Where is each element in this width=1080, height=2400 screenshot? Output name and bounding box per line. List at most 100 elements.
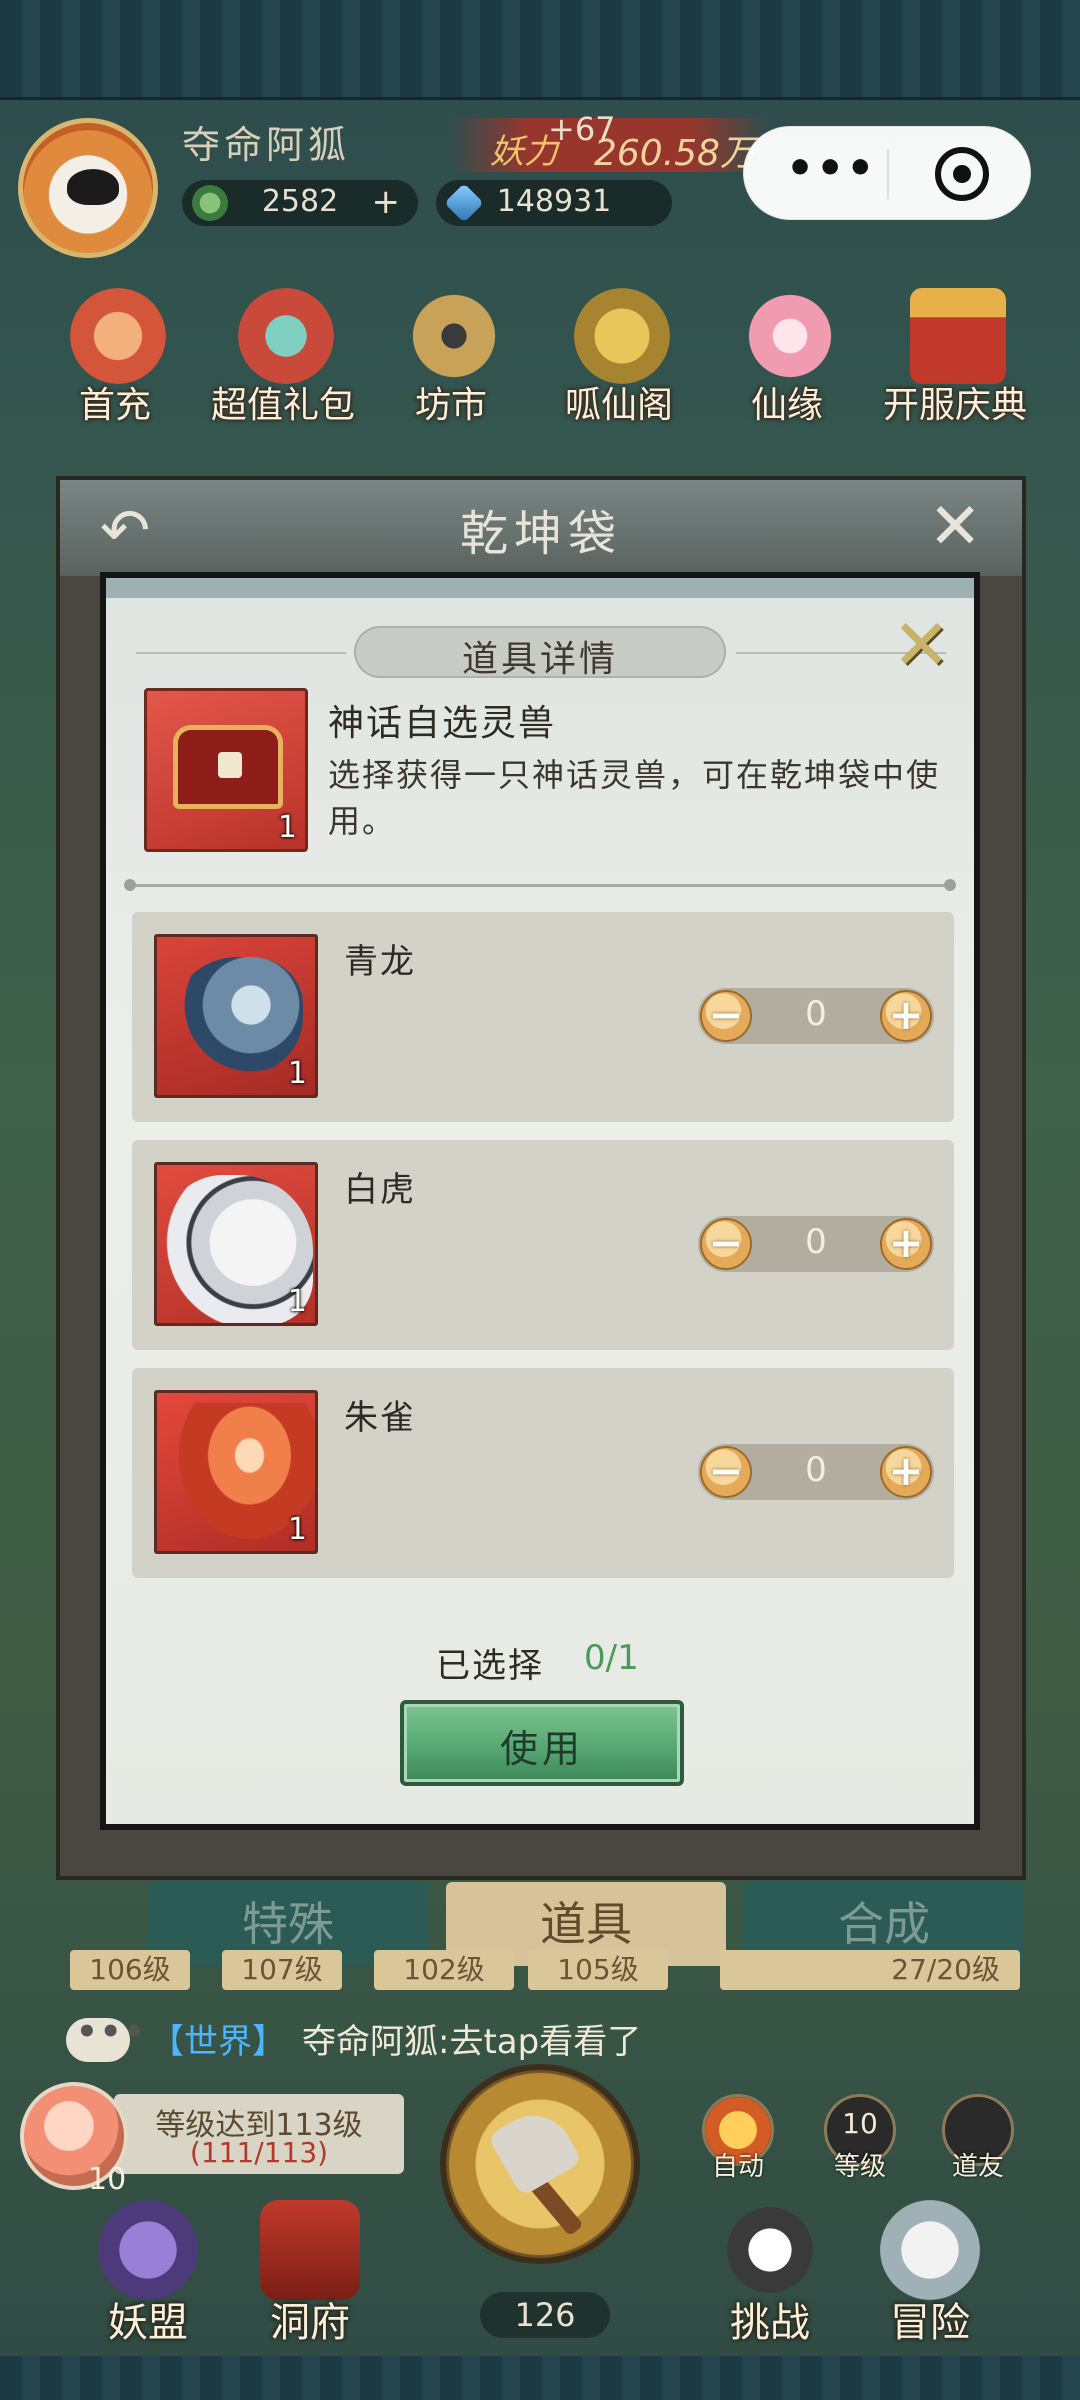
level-icon-value: 10 <box>842 2107 878 2140</box>
peach-count: 10 <box>88 2162 127 2197</box>
option-name: 白虎 <box>344 1170 416 1210</box>
menu-market[interactable]: 坊市 <box>376 288 526 428</box>
fox-emblem-icon <box>218 752 242 778</box>
nav-challenge[interactable]: 挑战 <box>690 2200 850 2350</box>
menu-first-charge[interactable]: 首充 <box>40 288 190 428</box>
menu-label: 超值礼包 <box>210 385 355 426</box>
azure-dragon-icon: 1 <box>154 934 318 1098</box>
player-name: 夺命阿狐 <box>182 123 351 167</box>
divider-dot <box>124 879 136 891</box>
menu-label: 仙缘 <box>750 385 823 426</box>
quantity-stepper: − 0 + <box>698 988 934 1044</box>
fox-face-icon <box>67 169 119 205</box>
vermilion-bird-icon: 1 <box>154 1390 318 1554</box>
bag-close-icon[interactable]: ✕ <box>928 490 982 564</box>
adventure-icon <box>880 2200 980 2300</box>
option-row-qinglong: 1 青龙 − 0 + <box>132 912 954 1122</box>
alliance-icon <box>98 2200 198 2300</box>
quantity-value: 0 <box>805 1222 827 1262</box>
option-count: 1 <box>287 1512 307 1547</box>
top-decor-strip <box>0 0 1080 100</box>
quantity-stepper: − 0 + <box>698 1444 934 1500</box>
axe-button[interactable] <box>440 2064 640 2264</box>
nav-adventure[interactable]: 冒险 <box>850 2200 1010 2350</box>
option-name: 朱雀 <box>344 1398 416 1438</box>
friends-label: 道友 <box>951 2152 1004 2182</box>
capsule-divider <box>887 149 889 199</box>
item-name: 神话自选灵兽 <box>328 703 557 744</box>
power-value: 260.58万 <box>594 133 756 174</box>
menu-frog-pavilion[interactable]: 呱仙阁 <box>544 288 694 428</box>
item-detail-dialog: 道具详情 ✕ 1 神话自选灵兽 选择获得一只神话灵兽，可在乾坤袋中使用。 1 青… <box>100 572 980 1830</box>
target-dot <box>953 165 971 183</box>
dragon-figure <box>173 957 303 1077</box>
power-gain: +67 <box>548 110 616 148</box>
energy-count: 126 <box>480 2292 610 2338</box>
menu-label: 呱仙阁 <box>564 385 673 426</box>
item-description: 选择获得一只神话灵兽，可在乾坤袋中使用。 <box>328 756 941 840</box>
decrement-button[interactable]: − <box>700 1446 752 1498</box>
item-count: 1 <box>277 810 297 845</box>
selected-count: 0/1 <box>584 1638 639 1678</box>
quest-box[interactable]: 等级达到113级 (111/113) <box>114 2094 404 2174</box>
menu-label: 坊市 <box>414 385 487 426</box>
first-charge-icon <box>70 288 166 384</box>
close-icon[interactable]: ✕ <box>892 604 951 686</box>
chat-dots: ••• <box>76 2012 148 2052</box>
bag-title: 乾坤袋 <box>459 506 622 562</box>
menu-label: 开服庆典 <box>882 385 1027 426</box>
quest-progress: (111/113) <box>189 2136 329 2169</box>
decrement-button[interactable]: − <box>700 1218 752 1270</box>
level-chip: 106级 <box>70 1950 190 1990</box>
quantity-value: 0 <box>805 994 827 1034</box>
add-coins-button[interactable]: + <box>372 182 401 222</box>
currency-coins: 2582 + <box>182 180 418 226</box>
dialog-title: 道具详情 <box>461 639 618 680</box>
use-button-label: 使用 <box>499 1727 584 1771</box>
nav-label: 挑战 <box>730 2300 810 2346</box>
menu-label: 首充 <box>78 385 151 426</box>
option-row-baihu: 1 白虎 − 0 + <box>132 1140 954 1350</box>
option-name: 青龙 <box>344 942 416 982</box>
menu-server-celebration[interactable]: 开服庆典 <box>880 288 1030 428</box>
quantity-value: 0 <box>805 1450 827 1490</box>
nav-cave[interactable]: 洞府 <box>230 2200 390 2350</box>
increment-button[interactable]: + <box>880 1218 932 1270</box>
divider-dot <box>944 879 956 891</box>
dialog-top-band <box>106 578 974 598</box>
close-miniprogram-icon[interactable] <box>935 147 989 201</box>
axe-icon <box>487 2101 583 2197</box>
auto-label: 自动 <box>711 2152 764 2182</box>
decrement-button[interactable]: − <box>700 990 752 1042</box>
increment-button[interactable]: + <box>880 1446 932 1498</box>
nav-alliance[interactable]: 妖盟 <box>68 2200 228 2350</box>
selected-label: 已选择 <box>436 1646 544 1686</box>
chest-shape <box>173 725 283 809</box>
miniprogram-capsule: ••• <box>743 126 1031 220</box>
chat-channel-tag[interactable]: 【世界】 <box>150 2014 286 2063</box>
increment-button[interactable]: + <box>880 990 932 1042</box>
gem-amount: 148931 <box>496 184 612 219</box>
player-avatar[interactable] <box>18 118 158 258</box>
challenge-icon <box>720 2200 820 2300</box>
level-chip: 105级 <box>528 1950 668 1990</box>
menu-value-pack[interactable]: 超值礼包 <box>208 288 358 428</box>
level-chip: 27/20级 <box>720 1950 1020 1990</box>
nav-label: 冒险 <box>890 2300 970 2346</box>
golden-frog-icon <box>574 288 670 384</box>
option-row-zhuque: 1 朱雀 − 0 + <box>132 1368 954 1578</box>
option-count: 1 <box>287 1284 307 1319</box>
chat-message[interactable]: 夺命阿狐:去tap看看了 <box>302 2014 641 2063</box>
white-tiger-icon: 1 <box>154 1162 318 1326</box>
level-label: 等级 <box>833 2152 886 2182</box>
more-icon[interactable]: ••• <box>786 143 876 194</box>
use-button[interactable]: 使用 <box>400 1700 684 1786</box>
menu-fate[interactable]: 仙缘 <box>712 288 862 428</box>
chat-icon[interactable]: ••• <box>66 2012 145 2062</box>
cave-icon <box>260 2200 360 2300</box>
bag-titlebar: ↶ 乾坤袋 ✕ <box>60 480 1022 576</box>
header-divider-left <box>136 652 346 654</box>
option-count: 1 <box>287 1056 307 1091</box>
level-chip: 107级 <box>222 1950 342 1990</box>
treasure-chest-icon: 1 <box>144 688 308 852</box>
